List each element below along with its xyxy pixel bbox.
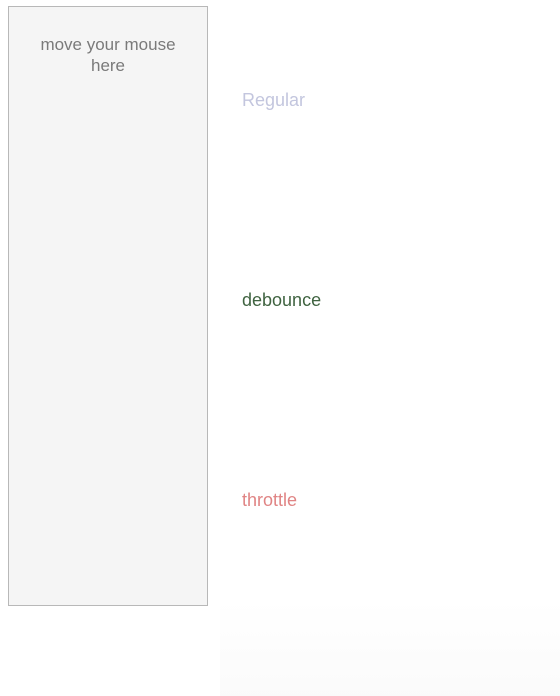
bottom-fade (220, 600, 560, 696)
hover-instruction: move your mouse here (40, 35, 176, 75)
throttle-track-label: throttle (242, 490, 298, 510)
demo-page: move your mouse here Regular debounce th… (0, 0, 560, 696)
regular-track-label: Regular (242, 90, 306, 110)
mouse-hover-area[interactable]: move your mouse here (8, 6, 208, 606)
debounce-track-label: debounce (242, 290, 322, 310)
